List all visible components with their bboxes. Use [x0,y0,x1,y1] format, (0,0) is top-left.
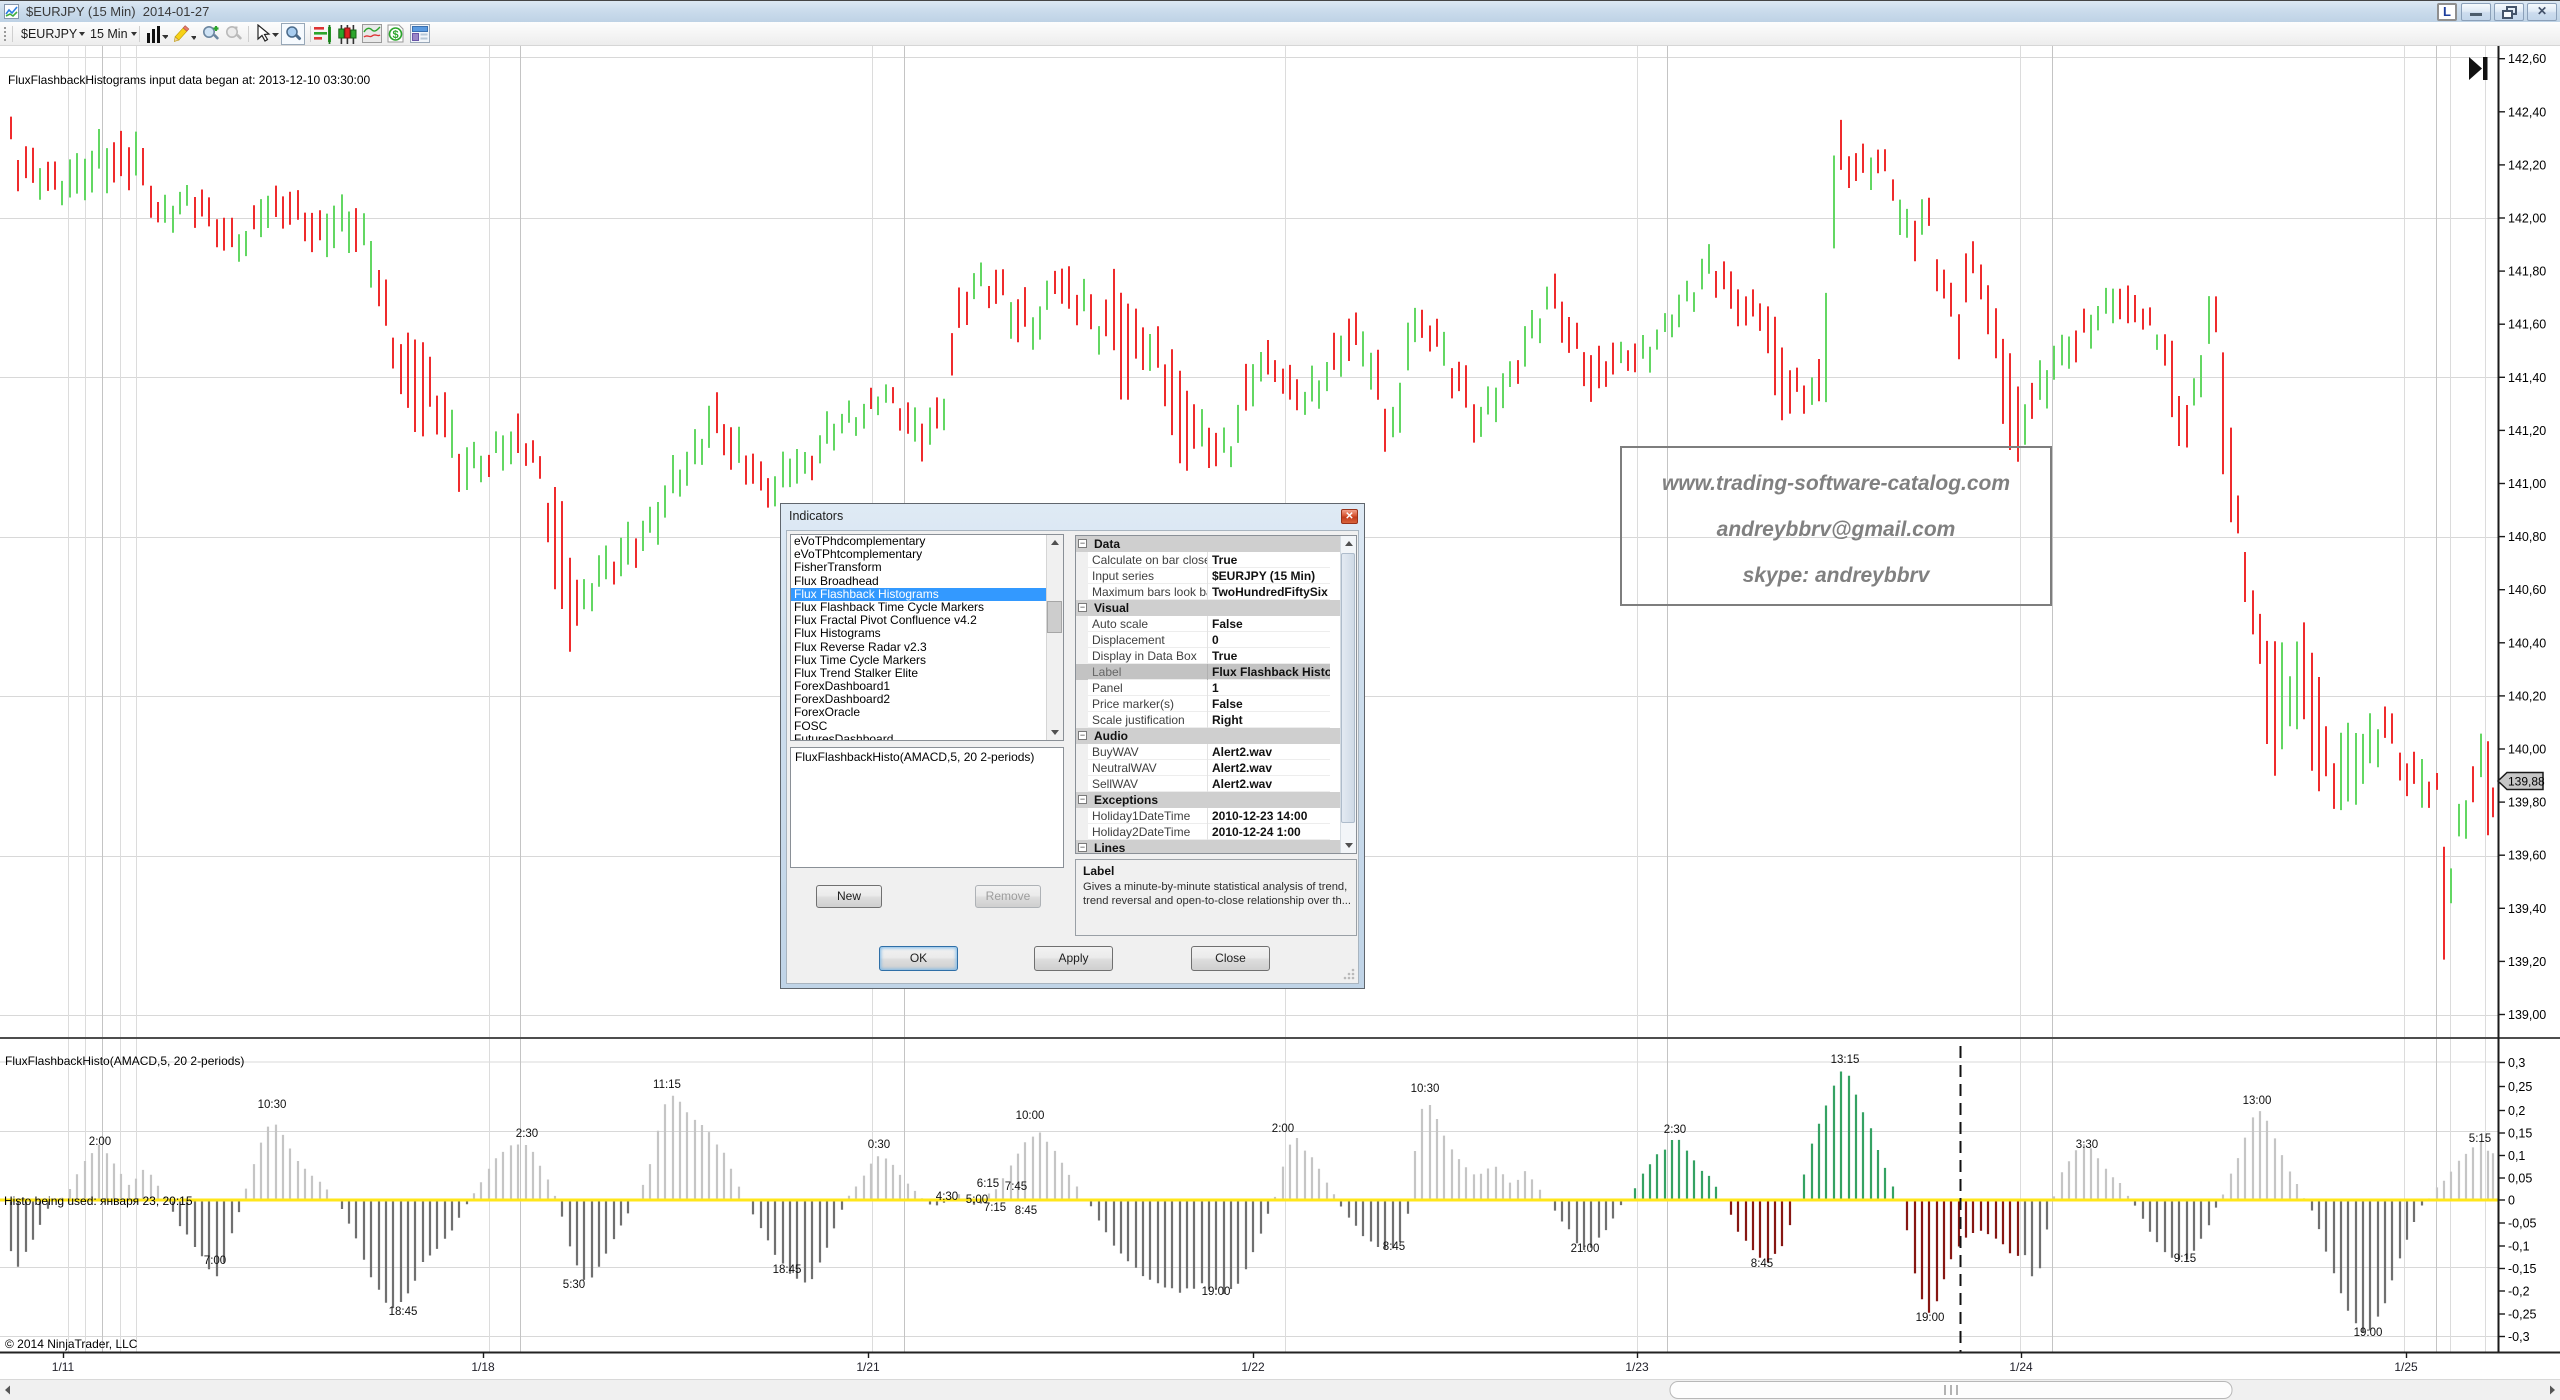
svg-text:21:00: 21:00 [1571,1243,1600,1255]
svg-text:6:15: 6:15 [977,1178,999,1190]
svg-text:19:00: 19:00 [1202,1286,1231,1298]
svg-text:1/11: 1/11 [52,1360,75,1374]
svg-text:10:30: 10:30 [258,1099,287,1111]
svg-text:11:15: 11:15 [653,1079,681,1091]
svg-text:139,20: 139,20 [2508,955,2546,969]
svg-text:142,00: 142,00 [2508,212,2546,226]
svg-text:139,00: 139,00 [2508,1008,2546,1022]
svg-text:0,05: 0,05 [2508,1172,2532,1186]
svg-text:4:30: 4:30 [936,1191,958,1203]
svg-text:8:45: 8:45 [1015,1205,1037,1217]
svg-text:18:45: 18:45 [389,1306,418,1318]
svg-text:-0,1: -0,1 [2508,1240,2530,1254]
svg-text:© 2014 NinjaTrader, LLC: © 2014 NinjaTrader, LLC [5,1337,138,1351]
svg-text:-0,3: -0,3 [2508,1330,2530,1344]
svg-text:7:15: 7:15 [984,1202,1006,1214]
svg-text:141,20: 141,20 [2508,424,2546,438]
svg-text:19:00: 19:00 [1916,1312,1945,1324]
svg-text:0,25: 0,25 [2508,1080,2532,1094]
svg-text:142,40: 142,40 [2508,105,2546,119]
svg-text:10:00: 10:00 [1016,1110,1045,1122]
svg-text:5:15: 5:15 [2469,1133,2491,1145]
svg-text:140,80: 140,80 [2508,530,2546,544]
svg-text:1/22: 1/22 [1241,1360,1265,1374]
svg-text:19:00: 19:00 [2354,1327,2383,1339]
svg-text:142,20: 142,20 [2508,158,2546,172]
svg-text:139,40: 139,40 [2508,902,2546,916]
svg-text:2:00: 2:00 [89,1136,111,1148]
svg-text:1/18: 1/18 [471,1360,495,1374]
svg-text:FluxFlashbackHisto(AMACD,5, 20: FluxFlashbackHisto(AMACD,5, 20 2-periods… [5,1054,244,1068]
svg-text:2:30: 2:30 [1664,1124,1686,1136]
svg-text:141,60: 141,60 [2508,318,2546,332]
svg-text:18:45: 18:45 [773,1264,802,1276]
svg-text:139,80: 139,80 [2508,796,2546,810]
svg-text:2:30: 2:30 [516,1128,538,1140]
svg-text:$: $ [392,29,398,41]
svg-text:-0,05: -0,05 [2508,1217,2537,1231]
svg-text:2:00: 2:00 [1272,1123,1294,1135]
svg-text:8:45: 8:45 [1383,1241,1405,1253]
svg-text:1/21: 1/21 [856,1360,880,1374]
svg-text:13:15: 13:15 [1831,1054,1860,1066]
svg-text:0:30: 0:30 [868,1139,890,1151]
svg-text:142,60: 142,60 [2508,52,2546,66]
svg-text:-0,2: -0,2 [2508,1285,2530,1299]
svg-text:FluxFlashbackHistograms input: FluxFlashbackHistograms input data began… [8,73,371,87]
svg-text:140,60: 140,60 [2508,583,2546,597]
svg-text:141,40: 141,40 [2508,371,2546,385]
svg-text:0,2: 0,2 [2508,1104,2525,1118]
svg-text:141,80: 141,80 [2508,265,2546,279]
svg-text:13:00: 13:00 [2243,1095,2272,1107]
svg-text:0,15: 0,15 [2508,1127,2532,1141]
svg-text:-0,15: -0,15 [2508,1262,2537,1276]
svg-text:140,40: 140,40 [2508,636,2546,650]
svg-text:1/25: 1/25 [2394,1360,2418,1374]
svg-text:141,00: 141,00 [2508,477,2546,491]
svg-text:1/24: 1/24 [2009,1360,2033,1374]
svg-text:140,00: 140,00 [2508,743,2546,757]
svg-text:139,88: 139,88 [2508,775,2545,789]
svg-text:5:30: 5:30 [563,1279,585,1291]
svg-text:3:30: 3:30 [2076,1139,2098,1151]
svg-text:Histo being used: января 23, 2: Histo being used: января 23, 20:15 [4,1194,193,1208]
svg-text:0,1: 0,1 [2508,1149,2525,1163]
svg-text:7:00: 7:00 [204,1255,226,1267]
svg-text:0,3: 0,3 [2508,1056,2525,1070]
svg-text:7:45: 7:45 [1005,1181,1027,1193]
svg-text:9:15: 9:15 [2174,1253,2196,1265]
svg-text:8:45: 8:45 [1751,1258,1773,1270]
svg-text:140,20: 140,20 [2508,689,2546,703]
svg-text:139,60: 139,60 [2508,849,2546,863]
svg-text:1/23: 1/23 [1625,1360,1649,1374]
svg-text:10:30: 10:30 [1411,1083,1440,1095]
svg-text:-0,25: -0,25 [2508,1308,2537,1322]
svg-text:0: 0 [2508,1194,2515,1208]
